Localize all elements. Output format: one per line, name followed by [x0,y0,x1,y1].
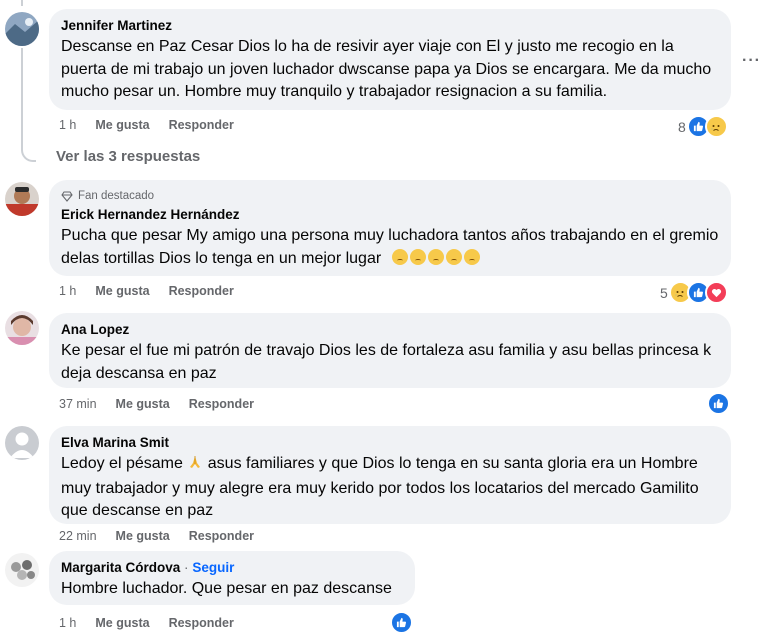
comment-actions: 1 h Me gusta Responder [59,118,234,132]
avatar[interactable] [5,426,39,460]
reaction-count: 5 [660,284,668,301]
reaction-count: 8 [678,118,686,135]
comment-bubble: Margarita Córdova · Seguir Hombre luchad… [49,551,415,605]
thread-line-top [21,0,36,6]
view-replies-link[interactable]: Ver las 3 respuestas [56,148,200,165]
comment-author-line: Margarita Córdova · Seguir [61,559,403,577]
love-icon [704,281,728,304]
comment-author[interactable]: Jennifer Martinez [61,17,719,35]
comment-actions: 22 min Me gusta Responder [59,529,254,543]
praying-hands-emoji [187,454,203,478]
comment-time[interactable]: 37 min [59,397,97,411]
comment-actions: 37 min Me gusta Responder [59,397,254,411]
like-button[interactable]: Me gusta [95,284,149,298]
comment-bubble: Ana Lopez Ke pesar el fue mi patrón de t… [49,313,731,388]
comment-bubble: Elva Marina Smit Ledoy el pésame asus fa… [49,426,731,524]
separator: · [184,560,189,575]
sad-face-emoji [445,248,462,265]
reactions-summary[interactable] [707,392,730,415]
follow-button[interactable]: Seguir [192,560,234,575]
like-icon [707,392,730,415]
comment-text: Ke pesar el fue mi patrón de travajo Dio… [61,342,712,382]
reply-button[interactable]: Responder [169,616,234,630]
sad-face-emoji [463,248,480,265]
avatar[interactable] [5,12,39,46]
comment-time[interactable]: 1 h [59,118,76,132]
like-button[interactable]: Me gusta [95,616,149,630]
comment-text-body: Pucha que pesar My amigo una persona muy… [61,227,719,267]
comment-author[interactable]: Margarita Córdova [61,560,180,575]
reply-button[interactable]: Responder [189,529,254,543]
like-icon [390,611,413,634]
reactions-summary[interactable]: 8 [678,115,728,138]
more-options-icon[interactable]: ··· [742,52,761,70]
comment-author[interactable]: Erick Hernandez Hernández [61,206,719,224]
reactions-summary[interactable]: 5 [660,281,728,304]
comment-text: Hombre luchador. Que pesar en paz descan… [61,580,392,597]
comment-text-body: Ledoy el pésame [61,455,183,472]
diamond-icon [61,190,73,202]
comment-author[interactable]: Ana Lopez [61,321,719,339]
comment-time[interactable]: 1 h [59,284,76,298]
comment-text: Descanse en Paz Cesar Dios lo ha de resi… [61,38,712,100]
comment-bubble: Fan destacado Erick Hernandez Hernández … [49,180,731,276]
like-button[interactable]: Me gusta [95,118,149,132]
thread-line [21,48,36,162]
comment-bubble: Jennifer Martinez Descanse en Paz Cesar … [49,9,731,110]
comment-actions: 1 h Me gusta Responder [59,284,234,298]
sad-face-emoji [427,248,444,265]
comment-time[interactable]: 1 h [59,616,76,630]
reply-button[interactable]: Responder [169,118,234,132]
reply-button[interactable]: Responder [169,284,234,298]
like-button[interactable]: Me gusta [116,529,170,543]
comment-text: Ledoy el pésame asus familiares y que Di… [61,453,719,523]
sad-face-emoji [391,248,408,265]
sad-icon [704,115,728,138]
avatar[interactable] [5,311,39,345]
comment-actions: 1 h Me gusta Responder [59,616,234,630]
top-fan-badge: Fan destacado [61,188,719,204]
avatar[interactable] [5,553,39,587]
comment-author[interactable]: Elva Marina Smit [61,434,719,452]
comment-time[interactable]: 22 min [59,529,97,543]
comment-text: Pucha que pesar My amigo una persona muy… [61,225,719,270]
reactions-summary[interactable] [390,611,413,634]
avatar[interactable] [5,182,39,216]
sad-face-emoji [409,248,426,265]
reply-button[interactable]: Responder [189,397,254,411]
badge-label: Fan destacado [78,190,155,202]
like-button[interactable]: Me gusta [116,397,170,411]
